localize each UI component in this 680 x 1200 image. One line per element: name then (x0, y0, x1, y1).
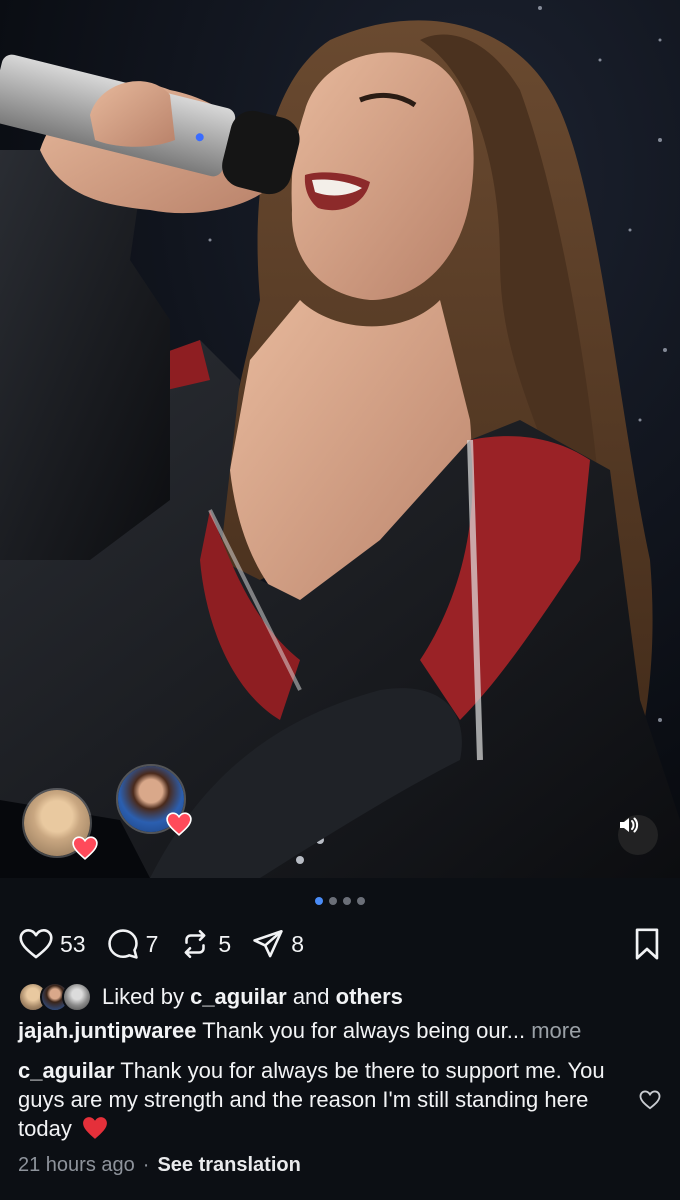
carousel-dot-active[interactable] (315, 897, 323, 905)
like-button[interactable]: 53 (18, 928, 86, 960)
liker-avatar-stack (18, 982, 92, 1012)
comment-like-icon[interactable] (639, 1090, 661, 1110)
repost-icon (184, 929, 206, 959)
carousel-indicator (0, 897, 680, 905)
heart-reaction-icon (166, 812, 192, 836)
liked-by-row[interactable]: Liked by c_aguilar and others (18, 982, 403, 1012)
liked-by-user[interactable]: c_aguilar (190, 984, 287, 1010)
bookmark-button[interactable] (632, 927, 662, 961)
sound-toggle-button[interactable] (618, 815, 658, 855)
share-count: 8 (291, 930, 304, 957)
send-icon (253, 929, 283, 958)
carousel-dot[interactable] (357, 897, 365, 905)
comment-username[interactable]: c_aguilar (18, 1058, 115, 1083)
comment-item: c_aguilar Thank you for always be there … (18, 1056, 618, 1143)
caption-text: Thank you for always being our... (202, 1018, 526, 1043)
comment-button[interactable]: 7 (106, 927, 159, 961)
see-translation-link[interactable]: See translation (157, 1154, 300, 1176)
action-bar: 53 7 5 8 (18, 922, 662, 966)
speaker-icon (620, 817, 639, 833)
like-count: 53 (60, 930, 86, 957)
post-meta: 21 hours ago · See translation (18, 1154, 301, 1177)
comment-icon (107, 929, 138, 959)
liked-by-others[interactable]: others (336, 984, 403, 1010)
repost-count: 5 (218, 930, 232, 957)
caption-username[interactable]: jajah.juntipwaree (18, 1018, 197, 1043)
repost-button[interactable]: 5 (178, 927, 231, 961)
heart-reaction-icon (72, 836, 98, 860)
heart-emoji-icon (83, 1117, 107, 1139)
comment-count: 7 (145, 930, 159, 957)
more-link[interactable]: more (531, 1018, 581, 1043)
timestamp: 21 hours ago (18, 1154, 135, 1176)
meta-separator: · (142, 1154, 150, 1176)
liked-by-and: and (292, 984, 330, 1009)
share-button[interactable]: 8 (251, 927, 304, 961)
carousel-dot[interactable] (343, 897, 351, 905)
performer-illustration (0, 0, 680, 878)
carousel-dot[interactable] (329, 897, 337, 905)
bookmark-icon (635, 928, 659, 960)
heart-icon (19, 929, 53, 959)
avatar (62, 982, 92, 1012)
post-photo[interactable] (0, 0, 680, 878)
liked-by-prefix: Liked by (102, 984, 184, 1009)
post-caption: jajah.juntipwaree Thank you for always b… (18, 1016, 668, 1045)
